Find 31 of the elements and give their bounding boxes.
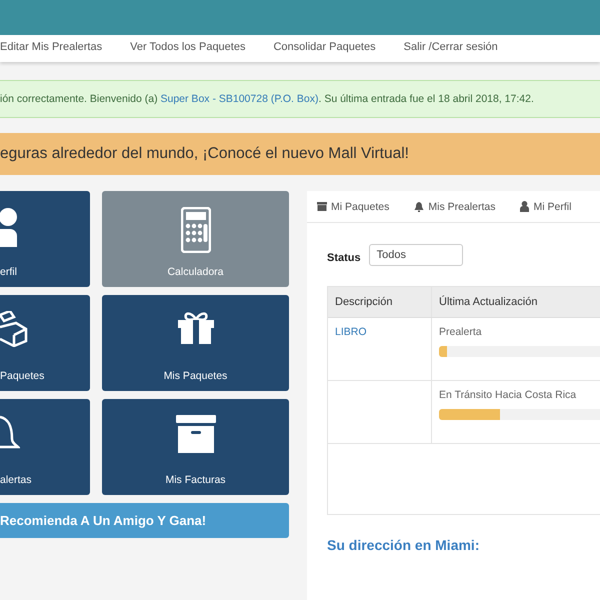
dashboard-tile[interactable]: Mis Facturas xyxy=(102,399,289,495)
package-link[interactable]: LIBRO xyxy=(335,326,367,338)
nav-link[interactable]: Ver Todos los Paquetes xyxy=(130,35,246,62)
dashboard-tile[interactable]: Paquetes xyxy=(0,295,90,391)
person-icon xyxy=(0,207,17,247)
welcome-message: ión correctamente. Bienvenido (a) Super Box - SB100728 (P.O. Box). Su última entrada fue el 18 abril 2018, 17:42. xyxy=(0,93,534,105)
nav-link[interactable]: Editar Mis Prealertas xyxy=(0,35,102,62)
column-header: Descripción xyxy=(328,287,432,317)
account-link[interactable]: Super Box - SB100728 (P.O. Box) xyxy=(160,93,318,105)
address-heading: Su dirección en Miami: xyxy=(327,537,480,553)
archive-box-icon xyxy=(176,415,216,453)
dashboard-tile[interactable]: erfil xyxy=(0,191,90,287)
nav-link[interactable]: Consolidar Paquetes xyxy=(273,35,376,62)
dashboard-tile[interactable]: alertas xyxy=(0,399,90,495)
status-label: Status xyxy=(327,252,361,264)
status-text: En Tránsito Hacia Costa Rica xyxy=(439,389,578,401)
panel-tab[interactable]: Mis Prealertas xyxy=(414,196,496,216)
status-text: Prealerta xyxy=(439,326,483,338)
calculator-icon xyxy=(180,207,210,253)
banner-text: eguras alrededor del mundo, ¡Conocé el nuevo Mall Virtual! xyxy=(0,145,409,163)
person-icon xyxy=(520,201,530,212)
archive-box-icon xyxy=(317,202,327,211)
boxes-icon xyxy=(0,311,28,347)
gift-icon xyxy=(176,311,214,345)
panel-tab[interactable]: Mi Paquetes xyxy=(317,196,390,216)
column-header: Última Actualización xyxy=(438,294,538,310)
panel-tab[interactable]: Mi Perfil xyxy=(520,196,572,216)
bell-icon xyxy=(414,202,424,212)
dashboard-tile[interactable]: Mis Paquetes xyxy=(102,295,289,391)
status-select[interactable]: Todos xyxy=(368,244,463,266)
nav-link[interactable]: Salir /Cerrar sesión xyxy=(404,35,498,62)
